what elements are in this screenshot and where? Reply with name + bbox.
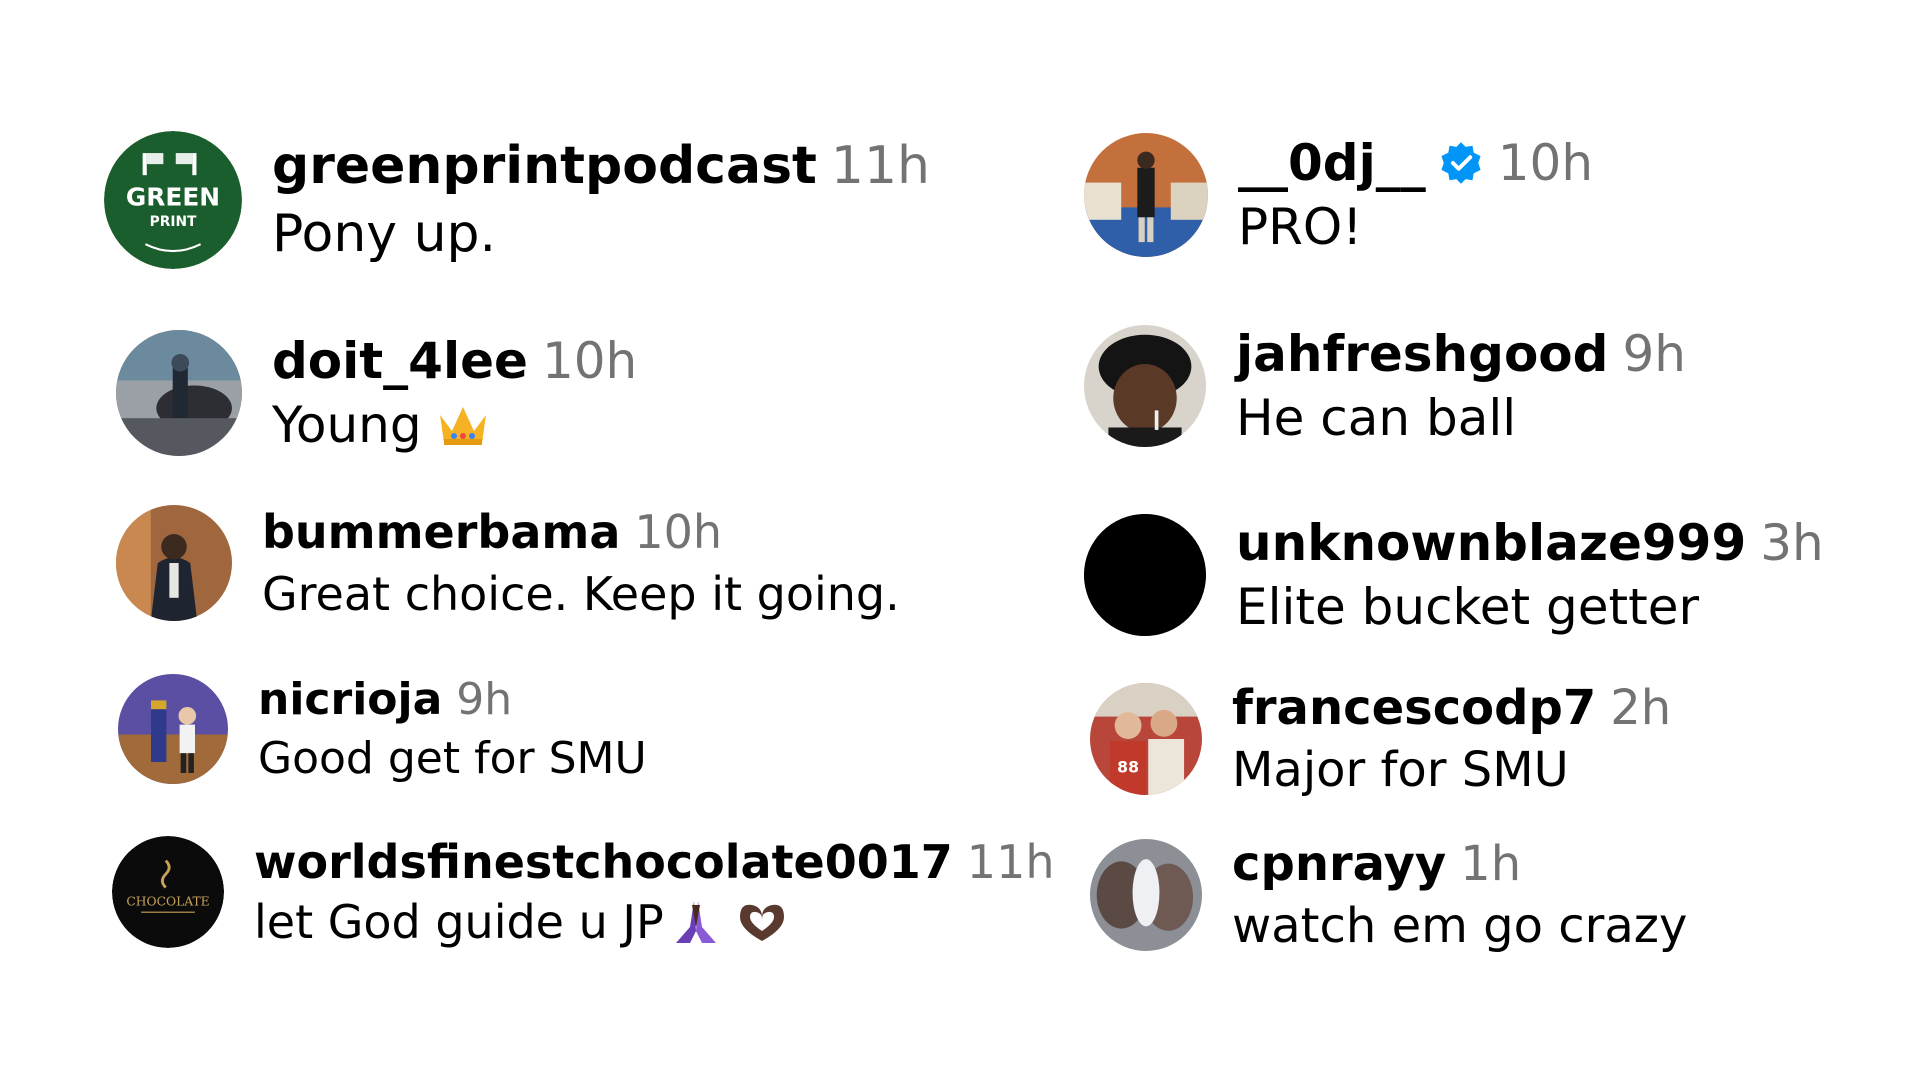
avatar[interactable] bbox=[1084, 514, 1206, 636]
comment-header: jahfreshgood 9h bbox=[1236, 325, 1686, 383]
comment-text: He can ball bbox=[1236, 389, 1517, 447]
comment-body: doit_4lee 10h Young bbox=[272, 332, 637, 454]
comment-item: bummerbama 10h Great choice. Keep it goi… bbox=[116, 505, 900, 621]
praying-hands-emoji-icon bbox=[670, 897, 722, 947]
comment-header: unknownblaze999 3h bbox=[1236, 514, 1824, 572]
username-link[interactable]: __0dj__ bbox=[1238, 134, 1426, 192]
comment-item: __0dj__ 10h PRO! bbox=[1084, 133, 1593, 257]
comment-text-row: Young bbox=[272, 396, 637, 454]
comment-item: cpnrayy 1h watch em go crazy bbox=[1090, 836, 1687, 954]
comment-header: bummerbama 10h bbox=[262, 505, 900, 559]
comment-header: __0dj__ 10h bbox=[1238, 134, 1593, 192]
comment-text: Elite bucket getter bbox=[1236, 578, 1700, 636]
timestamp[interactable]: 9h bbox=[1622, 325, 1686, 383]
username-link[interactable]: unknownblaze999 bbox=[1236, 514, 1746, 572]
comment-text: Young bbox=[272, 396, 422, 454]
comment-item: CHOCOLATE worldsfinestchocolate0017 11h … bbox=[112, 835, 1054, 949]
avatar[interactable] bbox=[1084, 325, 1206, 447]
profile-photo-icon bbox=[1084, 133, 1208, 257]
comment-body: bummerbama 10h Great choice. Keep it goi… bbox=[262, 505, 900, 621]
comment-item: GREEN PRINT greenprintpodcast 11h Pony u… bbox=[104, 131, 930, 269]
profile-photo-icon bbox=[1084, 325, 1206, 447]
default-avatar-icon bbox=[1084, 514, 1206, 636]
timestamp[interactable]: 3h bbox=[1760, 514, 1824, 572]
comment-body: greenprintpodcast 11h Pony up. bbox=[272, 136, 930, 264]
profile-photo-icon bbox=[116, 505, 232, 621]
comment-header: worldsfinestchocolate0017 11h bbox=[254, 835, 1054, 889]
comment-header: cpnrayy 1h bbox=[1232, 836, 1687, 892]
timestamp[interactable]: 10h bbox=[542, 332, 637, 390]
username-link[interactable]: nicrioja bbox=[258, 674, 442, 725]
comment-header: francescodp7 2h bbox=[1232, 680, 1671, 736]
username-link[interactable]: greenprintpodcast bbox=[272, 136, 817, 196]
username-link[interactable]: francescodp7 bbox=[1232, 680, 1596, 736]
logo-line1: GREEN bbox=[126, 183, 220, 212]
comment-text: let God guide u JP bbox=[254, 895, 664, 949]
comment-body: nicrioja 9h Good get for SMU bbox=[258, 674, 647, 784]
profile-photo-icon bbox=[116, 330, 242, 456]
avatar[interactable]: CHOCOLATE bbox=[112, 836, 224, 948]
avatar[interactable] bbox=[116, 505, 232, 621]
comment-text: PRO! bbox=[1238, 198, 1363, 256]
avatar[interactable] bbox=[118, 674, 228, 784]
username-link[interactable]: jahfreshgood bbox=[1236, 325, 1608, 383]
comment-text: Pony up. bbox=[272, 204, 497, 264]
comment-text: Great choice. Keep it going. bbox=[262, 567, 900, 621]
greenprint-logo-icon: GREEN PRINT bbox=[104, 131, 242, 269]
username-link[interactable]: worldsfinestchocolate0017 bbox=[254, 835, 953, 889]
comment-header: doit_4lee 10h bbox=[272, 332, 637, 390]
timestamp[interactable]: 1h bbox=[1460, 836, 1521, 892]
comment-item: 88 francescodp7 2h Major for SMU bbox=[1090, 680, 1671, 798]
comment-text: watch em go crazy bbox=[1232, 898, 1688, 954]
comments-column-right: __0dj__ 10h PRO! jahfreshgood 9h He can … bbox=[960, 0, 1900, 1080]
avatar[interactable]: GREEN PRINT bbox=[104, 131, 242, 269]
svg-text:88: 88 bbox=[1117, 758, 1139, 777]
avatar[interactable] bbox=[1090, 839, 1202, 951]
timestamp[interactable]: 2h bbox=[1610, 680, 1671, 736]
avatar[interactable] bbox=[116, 330, 242, 456]
comment-text: Major for SMU bbox=[1232, 742, 1569, 798]
timestamp[interactable]: 11h bbox=[831, 136, 930, 196]
logo-line2: PRINT bbox=[150, 214, 197, 230]
logo-line1: CHOCOLATE bbox=[126, 894, 209, 908]
comment-text: Good get for SMU bbox=[258, 733, 647, 784]
verified-badge-icon bbox=[1438, 140, 1484, 186]
comment-body: unknownblaze999 3h Elite bucket getter bbox=[1236, 514, 1824, 636]
comment-header: nicrioja 9h bbox=[258, 674, 647, 725]
avatar[interactable]: 88 bbox=[1090, 683, 1202, 795]
comment-body: __0dj__ 10h PRO! bbox=[1238, 134, 1593, 256]
timestamp[interactable]: 9h bbox=[456, 674, 512, 725]
comment-body: jahfreshgood 9h He can ball bbox=[1236, 325, 1686, 447]
comment-item: doit_4lee 10h Young bbox=[116, 330, 637, 456]
profile-photo-icon bbox=[118, 674, 228, 784]
comment-header: greenprintpodcast 11h bbox=[272, 136, 930, 196]
comment-body: worldsfinestchocolate0017 11h let God gu… bbox=[254, 835, 1054, 949]
comment-item: jahfreshgood 9h He can ball bbox=[1084, 325, 1686, 447]
timestamp[interactable]: 10h bbox=[634, 505, 722, 559]
avatar[interactable] bbox=[1084, 133, 1208, 257]
comments-column-left: GREEN PRINT greenprintpodcast 11h Pony u… bbox=[0, 0, 1054, 1080]
profile-photo-icon: 88 bbox=[1090, 683, 1202, 795]
timestamp[interactable]: 10h bbox=[1498, 134, 1593, 192]
username-link[interactable]: cpnrayy bbox=[1232, 836, 1446, 892]
comment-text-row: let God guide u JP bbox=[254, 895, 1054, 949]
comment-body: francescodp7 2h Major for SMU bbox=[1232, 680, 1671, 798]
heart-hands-emoji-icon bbox=[734, 899, 790, 945]
chocolate-logo-icon: CHOCOLATE bbox=[112, 836, 224, 948]
crown-emoji-icon bbox=[436, 401, 490, 449]
username-link[interactable]: doit_4lee bbox=[272, 332, 528, 390]
comment-item: nicrioja 9h Good get for SMU bbox=[118, 674, 647, 784]
profile-photo-icon bbox=[1090, 839, 1202, 951]
comment-body: cpnrayy 1h watch em go crazy bbox=[1232, 836, 1687, 954]
username-link[interactable]: bummerbama bbox=[262, 505, 620, 559]
comment-item: unknownblaze999 3h Elite bucket getter bbox=[1084, 514, 1824, 636]
